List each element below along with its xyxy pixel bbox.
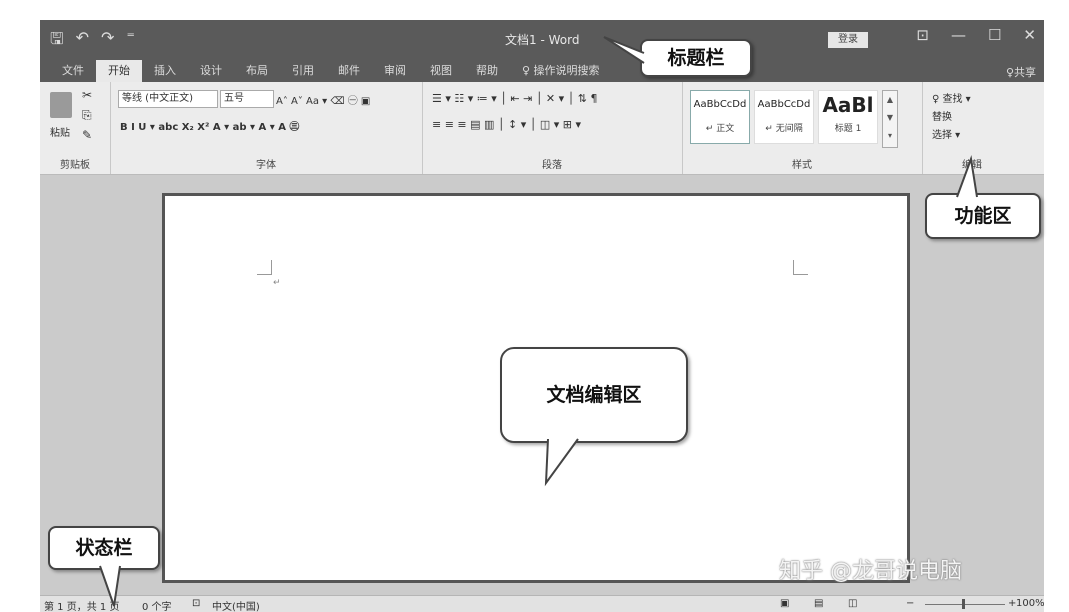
undo-icon[interactable]: ↶ (76, 28, 89, 55)
font-format-row[interactable]: B I U ▾ abc X₂ X² A ▾ ab ▾ A ▾ A ㊂ (120, 118, 299, 133)
watermark: 知乎 @龙哥说电脑 (779, 559, 962, 584)
align-buttons-icon[interactable]: ≡ ≡ ≡ ▤ ▥ │ ↕ ▾ │ ◫ ▾ ⊞ ▾ (432, 118, 581, 131)
save-icon[interactable]: 🖫 (50, 28, 64, 55)
redo-icon[interactable]: ↷ (101, 28, 114, 55)
zoom-level[interactable]: 100% (1016, 598, 1044, 609)
callout-edit-area: 文档编辑区 (500, 347, 688, 487)
style-normal[interactable]: AaBbCcDd ↵ 正文 (690, 90, 750, 144)
copy-icon[interactable]: ⎘ (82, 108, 92, 123)
language-indicator[interactable]: 中文(中国) (212, 598, 260, 612)
font-group-label: 字体 (256, 160, 276, 171)
minimize-icon[interactable]: — (951, 26, 966, 44)
zoom-slider-track[interactable] (925, 604, 1005, 605)
window-controls: ⊡ — ☐ ✕ (916, 26, 1036, 44)
group-paragraph: ☰ ▾ ☷ ▾ ≔ ▾ │ ⇤ ⇥ │ ✕ ▾ │ ⇅ ¶ ≡ ≡ ≡ ▤ ▥ … (422, 82, 683, 174)
paragraph-mark-icon: ↵ (273, 278, 281, 288)
margin-mark-top-right (793, 260, 808, 275)
paste-label[interactable]: 粘贴 (50, 124, 70, 139)
style-normal-name: ↵ 正文 (705, 124, 735, 134)
paragraph-group-label: 段落 (542, 160, 562, 171)
zoom-slider-handle[interactable] (962, 599, 965, 609)
format-painter-icon[interactable]: ✎ (82, 128, 92, 142)
web-layout-icon[interactable]: ◫ (848, 598, 857, 609)
font-size-buttons-icon[interactable]: A˄ A˅ Aa ▾ ⌫ ㊀ ▣ (276, 92, 370, 107)
group-styles: AaBbCcDd ↵ 正文 AaBbCcDd ↵ 无间隔 AaBl 标题 1 ▲… (682, 82, 923, 174)
share-button[interactable]: ♀共享 (1006, 64, 1036, 80)
select-button[interactable]: 选择 ▾ (932, 126, 960, 141)
group-clipboard: 粘贴 ✂ ⎘ ✎ 剪贴板 (40, 82, 111, 174)
tab-insert[interactable]: 插入 (142, 60, 188, 82)
ribbon: 粘贴 ✂ ⎘ ✎ 剪贴板 等线 (中文正文) 五号 A˄ A˅ Aa ▾ ⌫ ㊀… (40, 82, 1044, 175)
status-bar: 第 1 页，共 1 页 0 个字 ⊡ 中文(中国) ▣ ▤ ◫ − + 100% (40, 595, 1044, 612)
callout-edit-area-pointer (544, 438, 579, 487)
style-normal-sample: AaBbCcDd (693, 99, 747, 110)
title-bar: 🖫 ↶ ↷ ⁼ 文档1 - Word 登录 ⊡ — ☐ ✕ (40, 20, 1044, 60)
styles-scroll-icon[interactable]: ▲ ▼ ▾ (882, 90, 898, 148)
tab-layout[interactable]: 布局 (234, 60, 280, 82)
style-heading1-sample: AaBl (822, 93, 874, 117)
callout-edit-area-text: 文档编辑区 (546, 384, 642, 406)
print-layout-icon[interactable]: ▤ (814, 598, 823, 609)
callout-status-bar: 状态栏 (48, 526, 160, 607)
callout-title-bar: 标题栏 (603, 36, 752, 77)
zoom-out-icon[interactable]: − (906, 598, 914, 609)
tab-view[interactable]: 视图 (418, 60, 464, 82)
tab-help[interactable]: 帮助 (464, 60, 510, 82)
tab-mailings[interactable]: 邮件 (326, 60, 372, 82)
paste-icon[interactable] (50, 92, 72, 118)
group-font: 等线 (中文正文) 五号 A˄ A˅ Aa ▾ ⌫ ㊀ ▣ B I U ▾ ab… (110, 82, 423, 174)
find-button[interactable]: ♀ 查找 ▾ (932, 90, 971, 105)
style-no-spacing-name: ↵ 无间隔 (765, 124, 803, 134)
replace-button[interactable]: 替换 (932, 108, 952, 123)
maximize-icon[interactable]: ☐ (988, 26, 1001, 44)
style-no-spacing-sample: AaBbCcDd (757, 99, 811, 110)
word-window: 🖫 ↶ ↷ ⁼ 文档1 - Word 登录 ⊡ — ☐ ✕ 文件 开始 插入 设… (40, 20, 1044, 612)
close-icon[interactable]: ✕ (1023, 26, 1036, 44)
tab-references[interactable]: 引用 (280, 60, 326, 82)
tab-file[interactable]: 文件 (50, 60, 96, 82)
document-title: 文档1 - Word (505, 33, 580, 47)
login-button[interactable]: 登录 (828, 32, 868, 48)
margin-mark-top-left (257, 260, 272, 275)
tab-home[interactable]: 开始 (96, 60, 142, 82)
ribbon-display-icon[interactable]: ⊡ (916, 26, 929, 44)
tab-list: 文件 开始 插入 设计 布局 引用 邮件 审阅 视图 帮助 ♀ 操作说明搜索 (50, 60, 612, 82)
quick-access-toolbar: 🖫 ↶ ↷ ⁼ (50, 28, 135, 55)
word-count[interactable]: 0 个字 (142, 598, 172, 612)
tab-review[interactable]: 审阅 (372, 60, 418, 82)
callout-ribbon-text: 功能区 (954, 205, 1012, 227)
callout-status-bar-text: 状态栏 (75, 537, 133, 559)
style-heading1[interactable]: AaBl 标题 1 (818, 90, 878, 144)
read-mode-icon[interactable]: ▣ (780, 598, 789, 609)
customize-icon[interactable]: ⁼ (126, 28, 134, 55)
callout-status-bar-pointer (99, 565, 121, 607)
style-heading1-name: 标题 1 (834, 124, 862, 134)
proofing-icon[interactable]: ⊡ (192, 598, 200, 609)
callout-ribbon-pointer (956, 155, 978, 198)
callout-title-bar-text: 标题栏 (667, 47, 725, 69)
list-buttons-icon[interactable]: ☰ ▾ ☷ ▾ ≔ ▾ │ ⇤ ⇥ │ ✕ ▾ │ ⇅ ¶ (432, 92, 598, 105)
styles-group-label: 样式 (792, 160, 812, 171)
tab-design[interactable]: 设计 (188, 60, 234, 82)
callout-title-bar-pointer (603, 36, 645, 64)
font-size-select[interactable]: 五号 (220, 90, 274, 108)
clipboard-group-label: 剪贴板 (60, 160, 90, 171)
callout-ribbon: 功能区 (925, 155, 1041, 239)
cut-icon[interactable]: ✂ (82, 88, 92, 102)
font-name-select[interactable]: 等线 (中文正文) (118, 90, 218, 108)
tell-me-search[interactable]: ♀ 操作说明搜索 (510, 60, 612, 82)
style-no-spacing[interactable]: AaBbCcDd ↵ 无间隔 (754, 90, 814, 144)
ribbon-tabs: 文件 开始 插入 设计 布局 引用 邮件 审阅 视图 帮助 ♀ 操作说明搜索 ♀… (40, 60, 1044, 82)
